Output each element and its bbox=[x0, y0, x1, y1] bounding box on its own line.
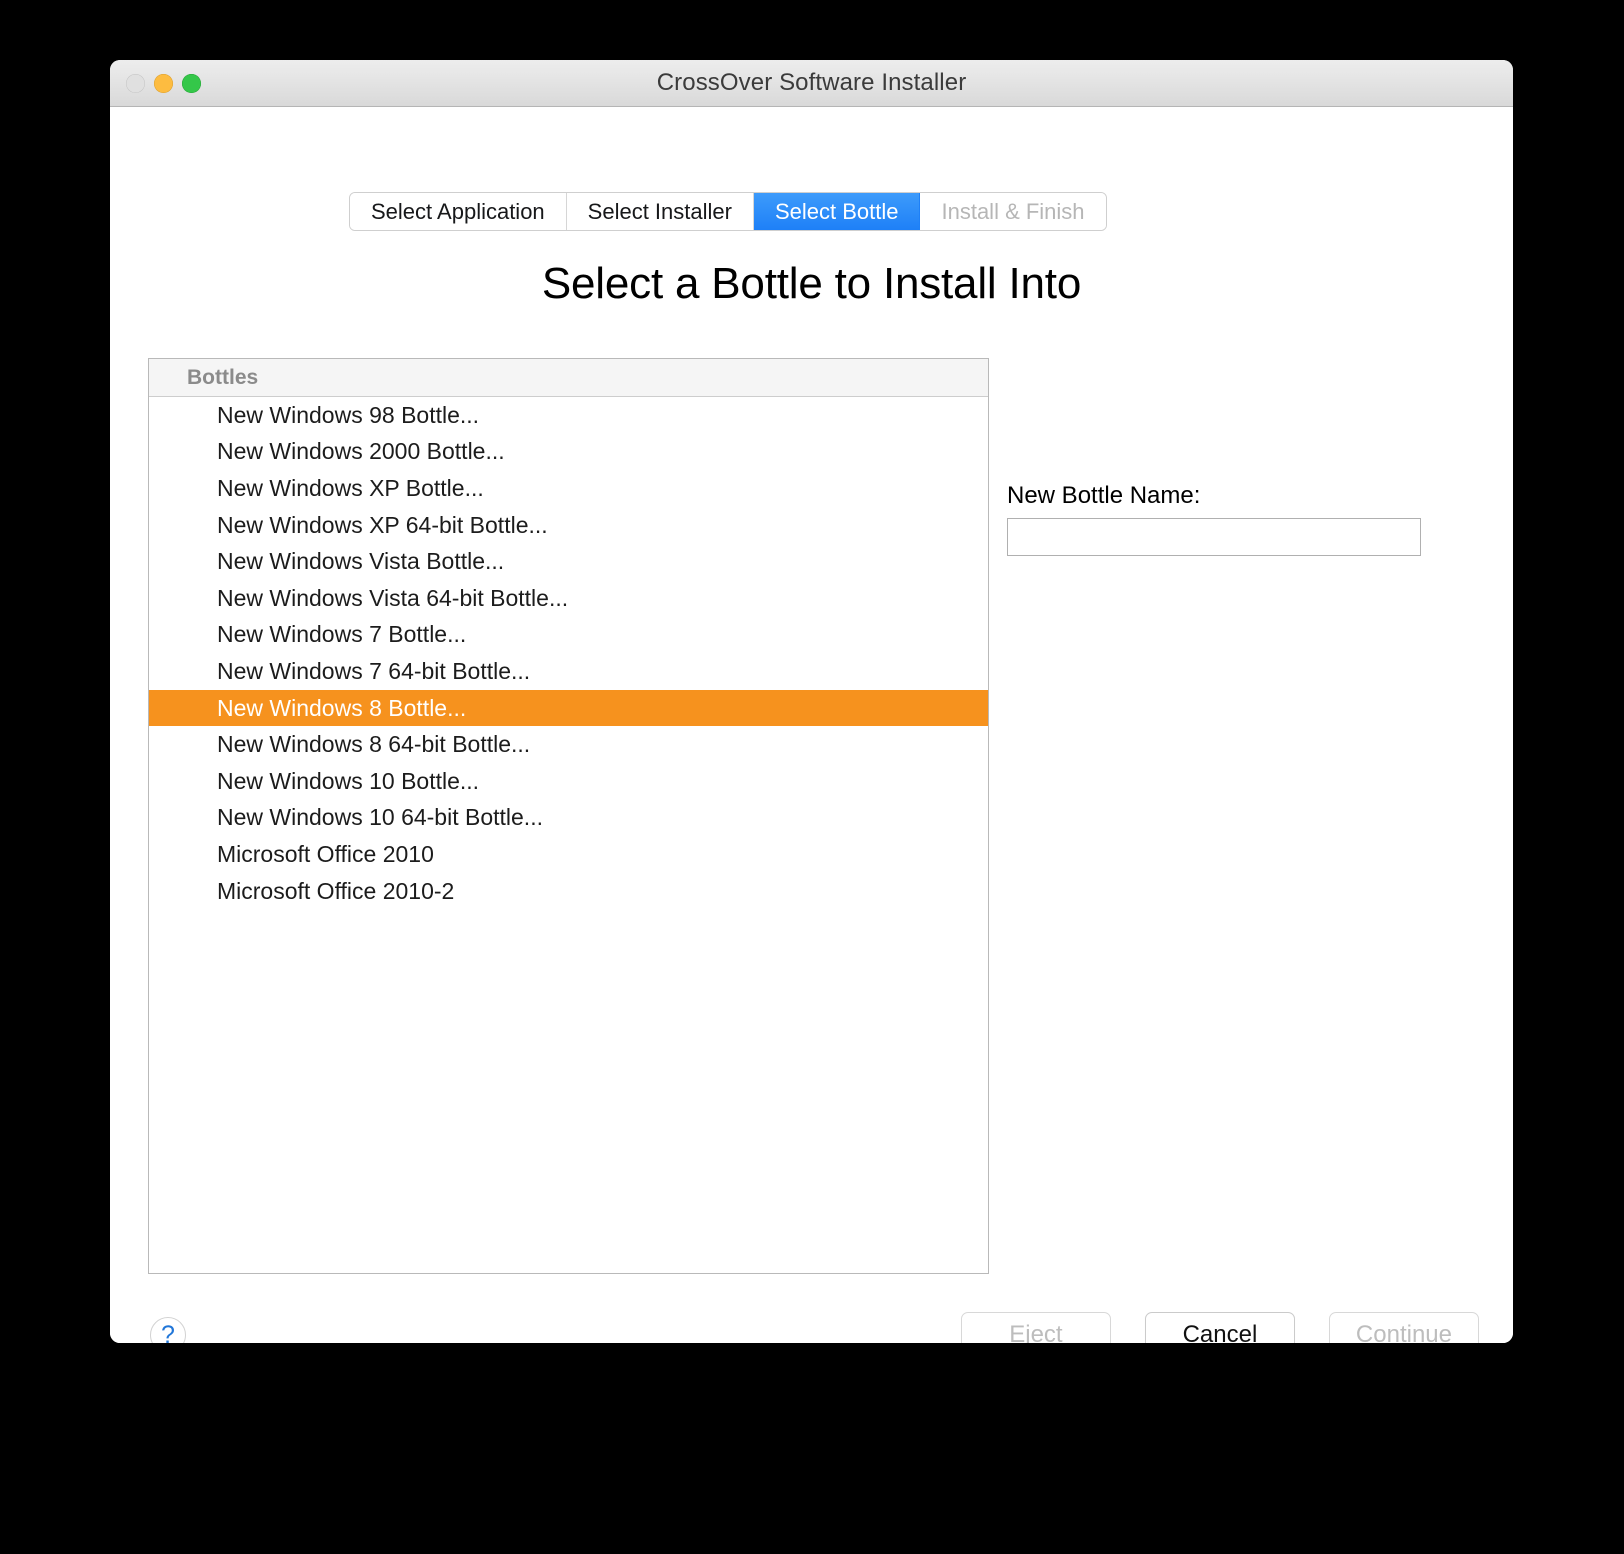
new-bottle-name-input[interactable] bbox=[1007, 518, 1421, 556]
bottle-list-item[interactable]: New Windows Vista 64-bit Bottle... bbox=[149, 580, 988, 617]
new-bottle-name-label: New Bottle Name: bbox=[1007, 482, 1200, 510]
tab-install-and-finish: Install & Finish bbox=[920, 193, 1105, 230]
bottles-rows-container: New Windows 98 Bottle...New Windows 2000… bbox=[149, 397, 988, 909]
bottle-list-item[interactable]: New Windows 10 Bottle... bbox=[149, 763, 988, 800]
bottle-list-item[interactable]: New Windows Vista Bottle... bbox=[149, 543, 988, 580]
bottle-list-item[interactable]: New Windows 7 Bottle... bbox=[149, 617, 988, 654]
installer-window: CrossOver Software Installer Select Appl… bbox=[110, 60, 1513, 1343]
bottles-column-header: Bottles bbox=[149, 359, 988, 397]
maximize-window-icon[interactable] bbox=[182, 74, 201, 93]
bottle-list-item[interactable]: New Windows 8 Bottle... bbox=[149, 690, 988, 727]
bottle-list-item[interactable]: New Windows 2000 Bottle... bbox=[149, 434, 988, 471]
window-titlebar: CrossOver Software Installer bbox=[110, 60, 1513, 107]
tab-select-application[interactable]: Select Application bbox=[350, 193, 567, 230]
window-title: CrossOver Software Installer bbox=[657, 69, 967, 97]
wizard-step-tabs: Select Application Select Installer Sele… bbox=[349, 192, 1107, 231]
bottles-list[interactable]: Bottles New Windows 98 Bottle...New Wind… bbox=[148, 358, 989, 1274]
footer-button-group: Eject Cancel Continue bbox=[961, 1312, 1479, 1343]
traffic-light-group bbox=[126, 60, 201, 106]
minimize-window-icon[interactable] bbox=[154, 74, 173, 93]
close-window-icon[interactable] bbox=[126, 74, 145, 93]
bottle-list-item[interactable]: New Windows 8 64-bit Bottle... bbox=[149, 726, 988, 763]
bottle-list-item[interactable]: New Windows XP 64-bit Bottle... bbox=[149, 507, 988, 544]
bottle-list-item[interactable]: Microsoft Office 2010-2 bbox=[149, 873, 988, 910]
bottle-list-item[interactable]: New Windows XP Bottle... bbox=[149, 470, 988, 507]
bottle-list-item[interactable]: Microsoft Office 2010 bbox=[149, 836, 988, 873]
bottle-list-item[interactable]: New Windows 98 Bottle... bbox=[149, 397, 988, 434]
bottle-list-item[interactable]: New Windows 10 64-bit Bottle... bbox=[149, 800, 988, 837]
tab-select-installer[interactable]: Select Installer bbox=[567, 193, 754, 230]
help-button[interactable]: ? bbox=[150, 1317, 186, 1343]
eject-button: Eject bbox=[961, 1312, 1111, 1343]
bottle-list-item[interactable]: New Windows 7 64-bit Bottle... bbox=[149, 653, 988, 690]
window-content: Select Application Select Installer Sele… bbox=[110, 107, 1513, 1343]
continue-button: Continue bbox=[1329, 1312, 1479, 1343]
cancel-button[interactable]: Cancel bbox=[1145, 1312, 1295, 1343]
page-title: Select a Bottle to Install Into bbox=[110, 259, 1513, 309]
tab-select-bottle[interactable]: Select Bottle bbox=[754, 193, 921, 230]
